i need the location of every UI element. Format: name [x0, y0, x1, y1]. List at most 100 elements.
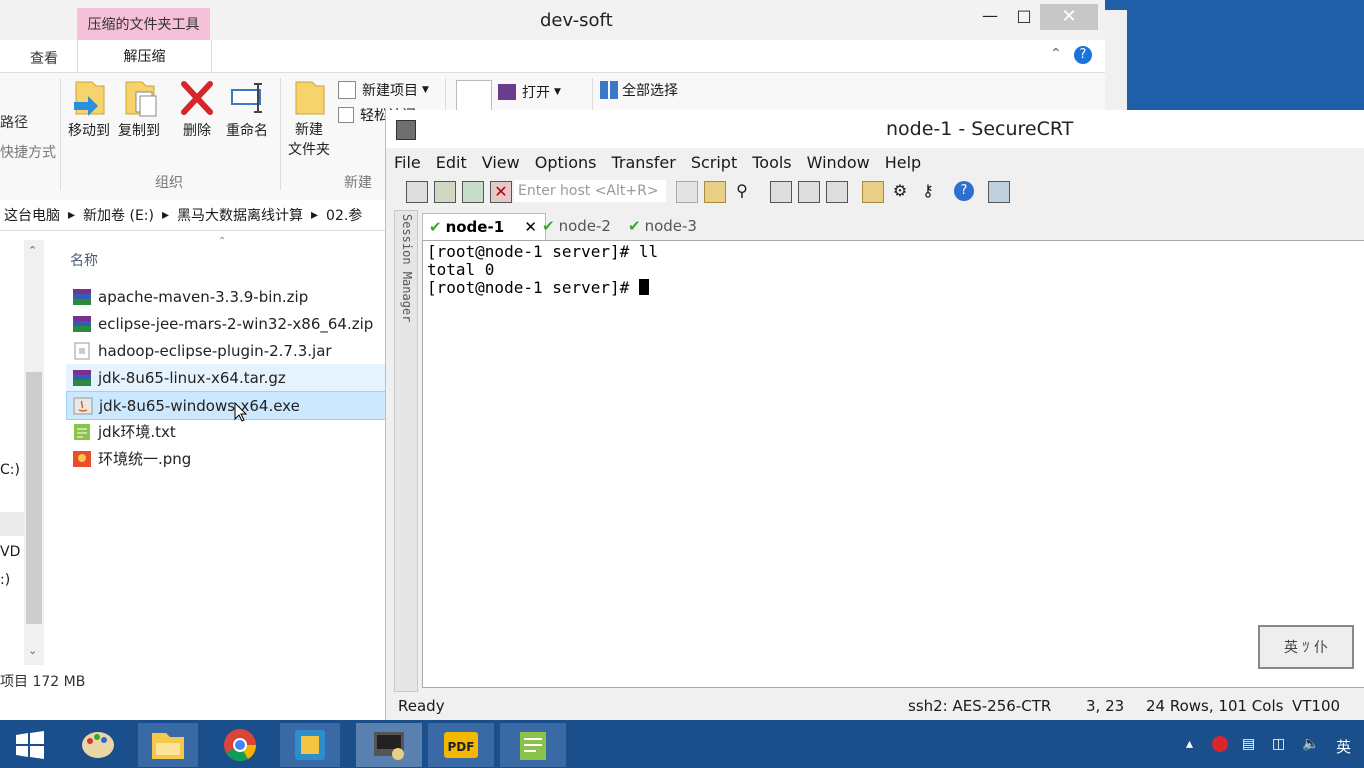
menu-help[interactable]: Help [885, 153, 921, 172]
move-to-button[interactable]: 移动到 [64, 78, 114, 140]
breadcrumb-separator-icon: ▸ [311, 207, 319, 223]
menu-options[interactable]: Options [535, 153, 597, 172]
print-selection-icon[interactable] [798, 181, 820, 203]
menu-edit[interactable]: Edit [436, 153, 467, 172]
ribbon-tab-extract[interactable]: 解压缩 [77, 40, 212, 72]
session-manager-label[interactable]: Session Manager [398, 214, 414, 322]
ribbon-tab-view[interactable]: 查看 [30, 48, 58, 68]
breadcrumb-item[interactable]: 这台电脑 [4, 205, 60, 225]
mouse-pointer-icon [234, 401, 248, 426]
new-folder-button[interactable]: 新建 文件夹 [284, 78, 334, 160]
file-explorer-icon[interactable] [138, 723, 198, 767]
collapse-ribbon-icon[interactable]: ⌃ [1050, 46, 1062, 62]
tab-node-1[interactable]: ✔ node-1 ✕ [422, 213, 546, 240]
file-row[interactable]: eclipse-jee-mars-2-win32-x86_64.zip [66, 310, 396, 337]
winrar-archive-icon [72, 315, 92, 333]
jar-file-icon [72, 342, 92, 360]
new-item-button[interactable]: 新建项目 ▼ [338, 80, 429, 100]
delete-button[interactable]: 删除 [172, 78, 222, 140]
taskbar [0, 720, 1364, 768]
chevron-down-icon: ▼ [554, 87, 561, 97]
maximize-button[interactable]: □ [1012, 6, 1036, 30]
quick-connect-icon[interactable] [434, 181, 456, 203]
print-screen-icon[interactable] [770, 181, 792, 203]
breadcrumb-item[interactable]: 02.参 [326, 205, 362, 225]
keymap-icon[interactable] [988, 181, 1010, 203]
status-cursor-position: 3, 23 [1086, 697, 1125, 715]
network-icon[interactable]: ◫ [1272, 736, 1285, 752]
menu-transfer[interactable]: Transfer [611, 153, 675, 172]
tab-node-3[interactable]: ✔ node-3 [628, 213, 697, 239]
rename-icon [228, 78, 266, 118]
folder-app-icon[interactable] [280, 723, 340, 767]
key-icon[interactable]: ⚷ [918, 181, 938, 201]
copy-icon[interactable] [676, 181, 698, 203]
find-icon[interactable]: ⚲ [732, 181, 752, 201]
record-icon[interactable] [1212, 736, 1228, 752]
chrome-icon[interactable] [210, 723, 270, 767]
status-text: 项目 172 MB [0, 674, 86, 690]
file-row[interactable]: jdk-8u65-linux-x64.tar.gz [66, 364, 396, 391]
file-row[interactable]: jdk-8u65-windows-x64.exe [66, 391, 398, 420]
terminal-line: [root@node-1 server]# ll [427, 242, 659, 261]
usb-device-icon[interactable]: ▤ [1242, 736, 1255, 752]
connect-icon[interactable] [406, 181, 428, 203]
reconnect-icon[interactable] [462, 181, 484, 203]
copy-to-button[interactable]: 复制到 [114, 78, 164, 140]
print-icon[interactable] [826, 181, 848, 203]
tab-label: node-1 [445, 218, 505, 236]
column-header-name[interactable]: 名称 [70, 250, 98, 270]
nav-scrollbar-thumb[interactable] [26, 372, 42, 624]
global-options-icon[interactable]: ⚙ [890, 181, 910, 201]
new-folder-icon [290, 78, 328, 118]
menu-tools[interactable]: Tools [752, 153, 791, 172]
file-row[interactable]: hadoop-eclipse-plugin-2.7.3.jar [66, 337, 396, 364]
nav-item-drive[interactable]: :) [0, 572, 10, 588]
breadcrumb[interactable]: 这台电脑 ▸ 新加卷 (E:) ▸ 黑马大数据离线计算 ▸ 02.参 [0, 200, 400, 231]
session-options-icon[interactable] [862, 181, 884, 203]
volume-icon[interactable]: 🔈 [1302, 736, 1319, 752]
paste-shortcut-button[interactable]: 快捷方式 [0, 142, 56, 162]
securecrt-app-icon[interactable] [396, 120, 416, 140]
copy-path-button[interactable]: 路径 [0, 112, 28, 132]
minimize-button[interactable]: — [978, 6, 1002, 30]
nav-item-drive-c[interactable]: C:) [0, 462, 20, 478]
input-language-indicator[interactable]: 英 [1336, 736, 1351, 757]
file-row[interactable]: jdk环境.txt [66, 418, 396, 445]
paint-icon[interactable] [68, 723, 128, 767]
rename-button[interactable]: 重命名 [222, 78, 272, 140]
close-tab-icon[interactable]: ✕ [524, 218, 537, 236]
ribbon-divider [280, 78, 281, 190]
properties-icon[interactable] [456, 80, 492, 112]
sort-ascending-icon: ⌃ [218, 236, 227, 247]
securecrt-icon[interactable] [356, 723, 422, 767]
pdf-icon[interactable]: PDF [428, 723, 494, 767]
menu-window[interactable]: Window [807, 153, 870, 172]
terminal-area[interactable]: [root@node-1 server]# ll total 0 [root@n… [422, 240, 1364, 688]
paste-icon[interactable] [704, 181, 726, 203]
start-button[interactable] [0, 723, 60, 767]
menu-view[interactable]: View [482, 153, 520, 172]
scroll-down-icon[interactable]: ⌄ [28, 644, 37, 657]
file-name: eclipse-jee-mars-2-win32-x86_64.zip [98, 314, 374, 333]
file-name: 环境统一.png [98, 450, 192, 468]
help-icon[interactable]: ? [1074, 46, 1092, 64]
help-icon[interactable]: ? [954, 181, 974, 201]
notepad-icon[interactable] [500, 723, 566, 767]
menu-file[interactable]: File [394, 153, 421, 172]
close-button[interactable]: ✕ [1040, 4, 1098, 30]
tab-node-2[interactable]: ✔ node-2 [542, 213, 611, 239]
open-button[interactable]: 打开 ▼ [498, 82, 561, 102]
select-all-button[interactable]: 全部选择 [600, 80, 678, 100]
file-row[interactable]: 环境统一.png [66, 445, 396, 472]
status-cipher: ssh2: AES-256-CTR [908, 697, 1052, 715]
host-input[interactable]: Enter host <Alt+R> [514, 180, 666, 202]
disconnect-icon[interactable]: ✕ [490, 181, 512, 203]
breadcrumb-item[interactable]: 黑马大数据离线计算 [177, 205, 303, 225]
show-hidden-icons[interactable]: ▴ [1186, 736, 1193, 752]
breadcrumb-item[interactable]: 新加卷 (E:) [83, 205, 154, 225]
file-row[interactable]: apache-maven-3.3.9-bin.zip [66, 283, 396, 310]
scroll-up-icon[interactable]: ⌃ [28, 244, 37, 257]
select-all-icon [600, 81, 618, 99]
menu-script[interactable]: Script [691, 153, 737, 172]
